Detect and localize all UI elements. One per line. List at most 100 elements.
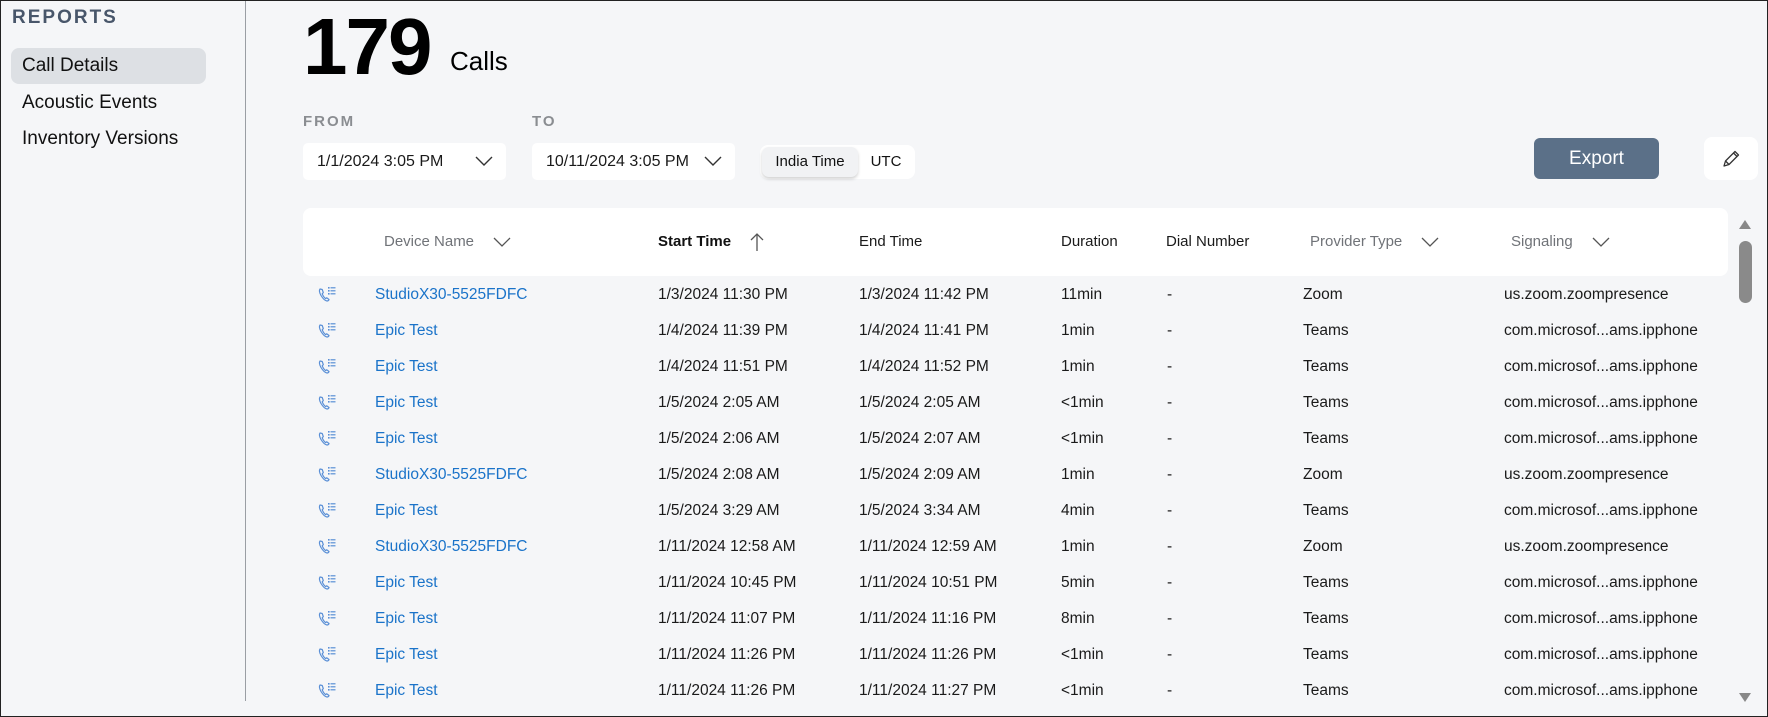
start-time-cell: 1/11/2024 12:58 AM — [658, 538, 796, 555]
duration-cell: 1min — [1061, 538, 1095, 555]
duration-cell: 8min — [1061, 610, 1095, 627]
start-time-cell: 1/11/2024 11:07 PM — [658, 610, 796, 627]
call-details-icon[interactable] — [317, 610, 337, 628]
call-details-icon[interactable] — [317, 322, 337, 340]
end-time-cell: 1/11/2024 12:59 AM — [859, 538, 997, 555]
provider-type-cell: Teams — [1303, 682, 1349, 699]
end-time-cell: 1/11/2024 11:16 PM — [859, 610, 997, 627]
device-name-link[interactable]: Epic Test — [375, 349, 438, 385]
device-name-link[interactable]: StudioX30-5525FDFC — [375, 529, 528, 565]
end-time-cell: 1/11/2024 10:51 PM — [859, 574, 998, 591]
call-count: 179 — [303, 2, 432, 91]
chevron-down-icon — [475, 156, 493, 166]
scrollbar-thumb[interactable] — [1739, 241, 1752, 303]
end-time-cell: 1/4/2024 11:41 PM — [859, 322, 989, 339]
end-time-cell: 1/5/2024 3:34 AM — [859, 502, 981, 519]
duration-cell: <1min — [1061, 430, 1104, 447]
table-row[interactable]: Epic Test 1/11/2024 11:26 PM 1/11/2024 1… — [303, 637, 1728, 673]
signaling-cell: com.microsof...ams.ipphone — [1504, 574, 1698, 591]
scroll-up-arrow-icon[interactable] — [1739, 219, 1751, 229]
sidebar-item-label: Inventory Versions — [22, 128, 179, 149]
device-name-link[interactable]: Epic Test — [375, 565, 438, 601]
device-name-link[interactable]: Epic Test — [375, 637, 438, 673]
device-name-link[interactable]: Epic Test — [375, 493, 438, 529]
duration-cell: <1min — [1061, 682, 1104, 699]
chevron-down-icon — [493, 237, 511, 247]
timezone-utc[interactable]: UTC — [860, 147, 912, 177]
signaling-cell: com.microsof...ams.ipphone — [1504, 394, 1698, 411]
chevron-down-icon — [1421, 237, 1439, 247]
start-time-cell: 1/11/2024 11:26 PM — [658, 646, 796, 663]
duration-cell: 5min — [1061, 574, 1095, 591]
table-row[interactable]: Epic Test 1/5/2024 3:29 AM 1/5/2024 3:34… — [303, 493, 1728, 529]
end-time-cell: 1/5/2024 2:07 AM — [859, 430, 981, 447]
call-details-icon[interactable] — [317, 538, 337, 556]
provider-type-cell: Teams — [1303, 574, 1349, 591]
sort-ascending-icon — [750, 233, 764, 252]
dial-number-cell: - — [1167, 682, 1173, 699]
column-header-provider-type[interactable]: Provider Type — [1310, 208, 1440, 276]
device-name-link[interactable]: Epic Test — [375, 673, 438, 709]
duration-cell: 4min — [1061, 502, 1095, 519]
table-row[interactable]: Epic Test 1/5/2024 2:06 AM 1/5/2024 2:07… — [303, 421, 1728, 457]
table-row[interactable]: StudioX30-5525FDFC 1/5/2024 2:08 AM 1/5/… — [303, 457, 1728, 493]
edit-columns-button[interactable] — [1704, 137, 1758, 180]
call-details-icon[interactable] — [317, 358, 337, 376]
table-row[interactable]: StudioX30-5525FDFC 1/11/2024 12:58 AM 1/… — [303, 529, 1728, 565]
call-details-icon[interactable] — [317, 574, 337, 592]
to-date-value: 10/11/2024 3:05 PM — [546, 153, 689, 170]
table-row[interactable]: Epic Test 1/11/2024 11:26 PM 1/11/2024 1… — [303, 673, 1728, 709]
table-row[interactable]: Epic Test 1/4/2024 11:39 PM 1/4/2024 11:… — [303, 313, 1728, 349]
device-name-link[interactable]: Epic Test — [375, 421, 438, 457]
call-details-icon[interactable] — [317, 682, 337, 700]
export-button[interactable]: Export — [1534, 138, 1659, 179]
device-name-link[interactable]: Epic Test — [375, 601, 438, 637]
table-scrollbar[interactable] — [1736, 213, 1754, 703]
table-row[interactable]: Epic Test 1/4/2024 11:51 PM 1/4/2024 11:… — [303, 349, 1728, 385]
dial-number-cell: - — [1167, 646, 1173, 663]
from-date-picker[interactable]: 1/1/2024 3:05 PM — [303, 143, 506, 180]
column-label: Device Name — [384, 233, 475, 250]
column-header-start-time[interactable]: Start Time — [658, 208, 765, 276]
call-details-icon[interactable] — [317, 466, 337, 484]
table-row[interactable]: Epic Test 1/11/2024 10:45 PM 1/11/2024 1… — [303, 565, 1728, 601]
to-label: TO — [532, 113, 557, 130]
start-time-cell: 1/5/2024 2:06 AM — [658, 430, 780, 447]
table-row[interactable]: Epic Test 1/5/2024 2:05 AM 1/5/2024 2:05… — [303, 385, 1728, 421]
end-time-cell: 1/5/2024 2:09 AM — [859, 466, 981, 483]
to-date-picker[interactable]: 10/11/2024 3:05 PM — [532, 143, 735, 180]
start-time-cell: 1/5/2024 2:05 AM — [658, 394, 780, 411]
device-name-link[interactable]: Epic Test — [375, 385, 438, 421]
call-details-icon[interactable] — [317, 430, 337, 448]
column-header-signaling[interactable]: Signaling — [1511, 208, 1611, 276]
call-details-icon[interactable] — [317, 646, 337, 664]
timezone-india-time[interactable]: India Time — [762, 147, 858, 177]
scroll-down-arrow-icon[interactable] — [1739, 693, 1751, 703]
signaling-cell: com.microsof...ams.ipphone — [1504, 358, 1698, 375]
device-name-link[interactable]: StudioX30-5525FDFC — [375, 457, 528, 493]
sidebar-item-acoustic-events[interactable]: Acoustic Events — [11, 85, 206, 121]
signaling-cell: com.microsof...ams.ipphone — [1504, 610, 1698, 627]
call-details-icon[interactable] — [317, 502, 337, 520]
provider-type-cell: Teams — [1303, 646, 1349, 663]
signaling-cell: com.microsof...ams.ipphone — [1504, 646, 1698, 663]
start-time-cell: 1/5/2024 2:08 AM — [658, 466, 780, 483]
call-details-icon[interactable] — [317, 286, 337, 304]
column-header-duration[interactable]: Duration — [1061, 208, 1118, 276]
table-row[interactable]: Epic Test 1/11/2024 11:07 PM 1/11/2024 1… — [303, 601, 1728, 637]
sidebar-item-call-details[interactable]: Call Details — [11, 48, 206, 84]
device-name-link[interactable]: Epic Test — [375, 313, 438, 349]
duration-cell: 1min — [1061, 466, 1095, 483]
duration-cell: 1min — [1061, 322, 1095, 339]
call-details-icon[interactable] — [317, 394, 337, 412]
signaling-cell: com.microsof...ams.ipphone — [1504, 322, 1698, 339]
sidebar-item-inventory-versions[interactable]: Inventory Versions — [11, 121, 206, 157]
device-name-link[interactable]: StudioX30-5525FDFC — [375, 277, 528, 313]
column-header-end-time[interactable]: End Time — [859, 208, 922, 276]
from-date-value: 1/1/2024 3:05 PM — [317, 153, 444, 170]
signaling-cell: com.microsof...ams.ipphone — [1504, 502, 1698, 519]
column-header-device-name[interactable]: Device Name — [384, 208, 512, 276]
table-row[interactable]: StudioX30-5525FDFC 1/3/2024 11:30 PM 1/3… — [303, 277, 1728, 313]
column-header-dial-number[interactable]: Dial Number — [1166, 208, 1249, 276]
dial-number-cell: - — [1167, 322, 1173, 339]
